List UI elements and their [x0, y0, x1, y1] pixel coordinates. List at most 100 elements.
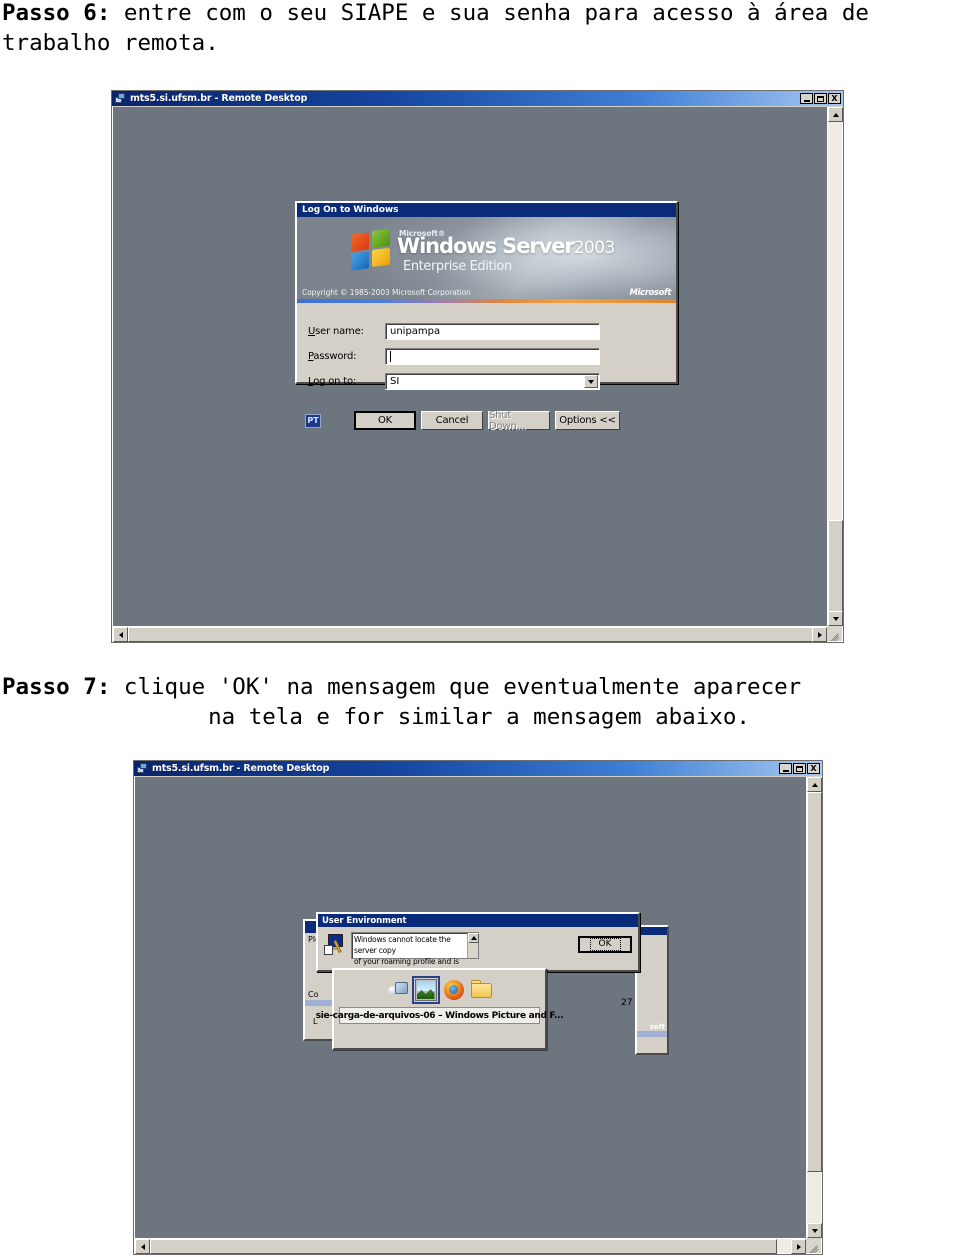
microsoft-logo: Microsoft: [629, 288, 671, 298]
logon-buttons: OK Cancel Shut Down... Options <<: [354, 410, 620, 432]
picture-viewer-icon[interactable]: [411, 976, 440, 1004]
password-label-rest: assword:: [313, 351, 357, 362]
product-year: 2003: [573, 238, 616, 258]
scroll-up-button-2[interactable]: [807, 777, 822, 792]
remote-desktop-icon: [137, 763, 148, 774]
window-title-2: mts5.si.ufsm.br - Remote Desktop: [152, 763, 330, 774]
passo6-text: entre com o seu SIAPE e sua senha para a…: [2, 0, 869, 56]
logon-dialog[interactable]: Log On to Windows Microsoft® Windows Ser…: [295, 201, 678, 432]
scroll-right-button-2[interactable]: [791, 1239, 806, 1254]
resize-grip-1[interactable]: [827, 626, 842, 641]
document-page: Passo 6: entre com o seu SIAPE e sua sen…: [0, 0, 960, 1257]
vertical-scrollbar-2[interactable]: [806, 777, 822, 1238]
remote-desktop-canvas-2[interactable]: Ple Co L soft 27 User Environment Window…: [135, 777, 806, 1253]
cancel-button[interactable]: Cancel: [421, 411, 483, 430]
user-environment-icon: [324, 934, 346, 956]
user-environment-dialog[interactable]: User Environment Windows cannot locate t…: [316, 912, 640, 977]
username-row: User name: unipampa: [297, 323, 676, 340]
passo7-line1: Passo 7: clique 'OK' na mensagem que eve…: [0, 672, 958, 702]
logon-to-label: Log on to:: [308, 376, 385, 387]
logon-to-row: Log on to: SI: [297, 373, 676, 390]
folder-icon[interactable]: [470, 979, 493, 1001]
vscroll-thumb-1[interactable]: [828, 520, 843, 613]
network-connection-icon[interactable]: [387, 979, 409, 1001]
background-dialog-right[interactable]: soft: [635, 925, 669, 1055]
logon-to-select[interactable]: SI: [385, 373, 600, 390]
horizontal-scrollbar-1[interactable]: [113, 626, 827, 642]
user-environment-ok-button[interactable]: OK: [578, 936, 632, 953]
text-caret: [390, 351, 391, 362]
ok-button-label: OK: [589, 938, 621, 951]
close-button-2[interactable]: X: [807, 763, 820, 774]
password-row: Password:: [297, 348, 676, 365]
remote-desktop-window-2[interactable]: mts5.si.ufsm.br - Remote Desktop X Ple C…: [133, 760, 823, 1255]
rdp-body-2: Ple Co L soft 27 User Environment Window…: [135, 777, 822, 1254]
ok-button[interactable]: OK: [354, 411, 416, 430]
close-button-1[interactable]: X: [828, 93, 841, 104]
logon-brand-banner: Microsoft® Windows Server2003 Enterprise…: [297, 217, 676, 303]
task-switcher[interactable]: sie-carga-de-arquivos-06 – Windows Pictu…: [316, 968, 564, 1050]
passo7-line2: na tela e for similar a mensagem abaixo.: [208, 704, 750, 730]
background-number-fragment: 27: [621, 998, 633, 1008]
resize-grip-2[interactable]: [806, 1238, 821, 1253]
passo6-instruction: Passo 6: entre com o seu SIAPE e sua sen…: [2, 0, 960, 58]
horizontal-scrollbar-2[interactable]: [135, 1238, 806, 1254]
user-environment-message[interactable]: Windows cannot locate the server copy of…: [351, 932, 479, 977]
windows-flag-icon: [351, 228, 393, 273]
passo7-line1-text: clique 'OK' na mensagem que eventualment…: [110, 674, 802, 700]
username-label-rest: ser name:: [315, 326, 364, 337]
passo7-label: Passo 7:: [2, 674, 111, 700]
chevron-down-icon[interactable]: [584, 375, 598, 388]
logon-form: User name: unipampa Password: Log on to:…: [297, 303, 676, 432]
window-controls-2: X: [779, 763, 820, 774]
scroll-down-button-2[interactable]: [807, 1223, 822, 1238]
hscroll-thumb-1[interactable]: [128, 627, 814, 642]
logon-to-value: SI: [390, 376, 400, 387]
scroll-left-button-1[interactable]: [113, 627, 128, 642]
shutdown-button: Shut Down...: [488, 410, 550, 432]
logon-button-row: PT OK Cancel Shut Down... Options <<: [297, 398, 676, 432]
task-switcher-caption: sie-carga-de-arquivos-06 – Windows Pictu…: [316, 1007, 564, 1024]
user-environment-titlebar: User Environment: [318, 914, 638, 927]
scroll-up-button-1[interactable]: [828, 107, 843, 122]
background-dialog-right-fragment: soft: [649, 1023, 665, 1031]
minimize-button-1[interactable]: [800, 93, 813, 104]
product-name: Windows Server2003: [397, 236, 615, 257]
background-dialog-right-titlebar: [637, 927, 667, 935]
remote-desktop-window-1[interactable]: mts5.si.ufsm.br - Remote Desktop X Log O…: [111, 90, 844, 643]
remote-desktop-canvas-1[interactable]: Log On to Windows Microsoft® Windows Ser…: [113, 107, 827, 641]
user-environment-title: User Environment: [322, 915, 407, 926]
logon-dialog-titlebar: Log On to Windows: [297, 203, 676, 217]
vertical-scrollbar-1[interactable]: [827, 107, 843, 626]
maximize-button-1[interactable]: [814, 93, 827, 104]
product-edition: Enterprise Edition: [403, 259, 512, 274]
scroll-down-button-1[interactable]: [828, 611, 843, 626]
product-name-text: Windows Server: [397, 234, 575, 258]
passo6-label: Passo 6:: [2, 0, 111, 26]
firefox-icon[interactable]: [443, 979, 465, 1001]
rdp-body-1: Log On to Windows Microsoft® Windows Ser…: [113, 107, 843, 642]
message-scroll-up-icon[interactable]: [468, 933, 479, 943]
message-scrollbar[interactable]: [467, 933, 479, 958]
message-line-1: Windows cannot locate the server copy: [354, 935, 451, 955]
window-title-1: mts5.si.ufsm.br - Remote Desktop: [130, 93, 308, 104]
scroll-right-button-1[interactable]: [812, 627, 827, 642]
titlebar-1[interactable]: mts5.si.ufsm.br - Remote Desktop X: [112, 91, 843, 106]
window-controls-1: X: [800, 93, 841, 104]
username-input[interactable]: unipampa: [385, 323, 600, 340]
scroll-left-button-2[interactable]: [135, 1239, 150, 1254]
maximize-button-2[interactable]: [793, 763, 806, 774]
password-input[interactable]: [385, 348, 600, 365]
minimize-button-2[interactable]: [779, 763, 792, 774]
username-label: User name:: [308, 326, 385, 337]
remote-desktop-icon: [115, 93, 126, 104]
options-button[interactable]: Options <<: [555, 411, 620, 430]
logon-to-label-rest: og on to:: [313, 376, 357, 387]
password-label: Password:: [308, 351, 385, 362]
titlebar-2[interactable]: mts5.si.ufsm.br - Remote Desktop X: [134, 761, 822, 776]
hscroll-thumb-2[interactable]: [150, 1239, 777, 1254]
background-dialog-right-accent: [637, 1031, 667, 1037]
vscroll-thumb-2[interactable]: [807, 792, 822, 1172]
task-switcher-icons: [387, 970, 493, 1007]
language-badge[interactable]: PT: [305, 413, 321, 428]
